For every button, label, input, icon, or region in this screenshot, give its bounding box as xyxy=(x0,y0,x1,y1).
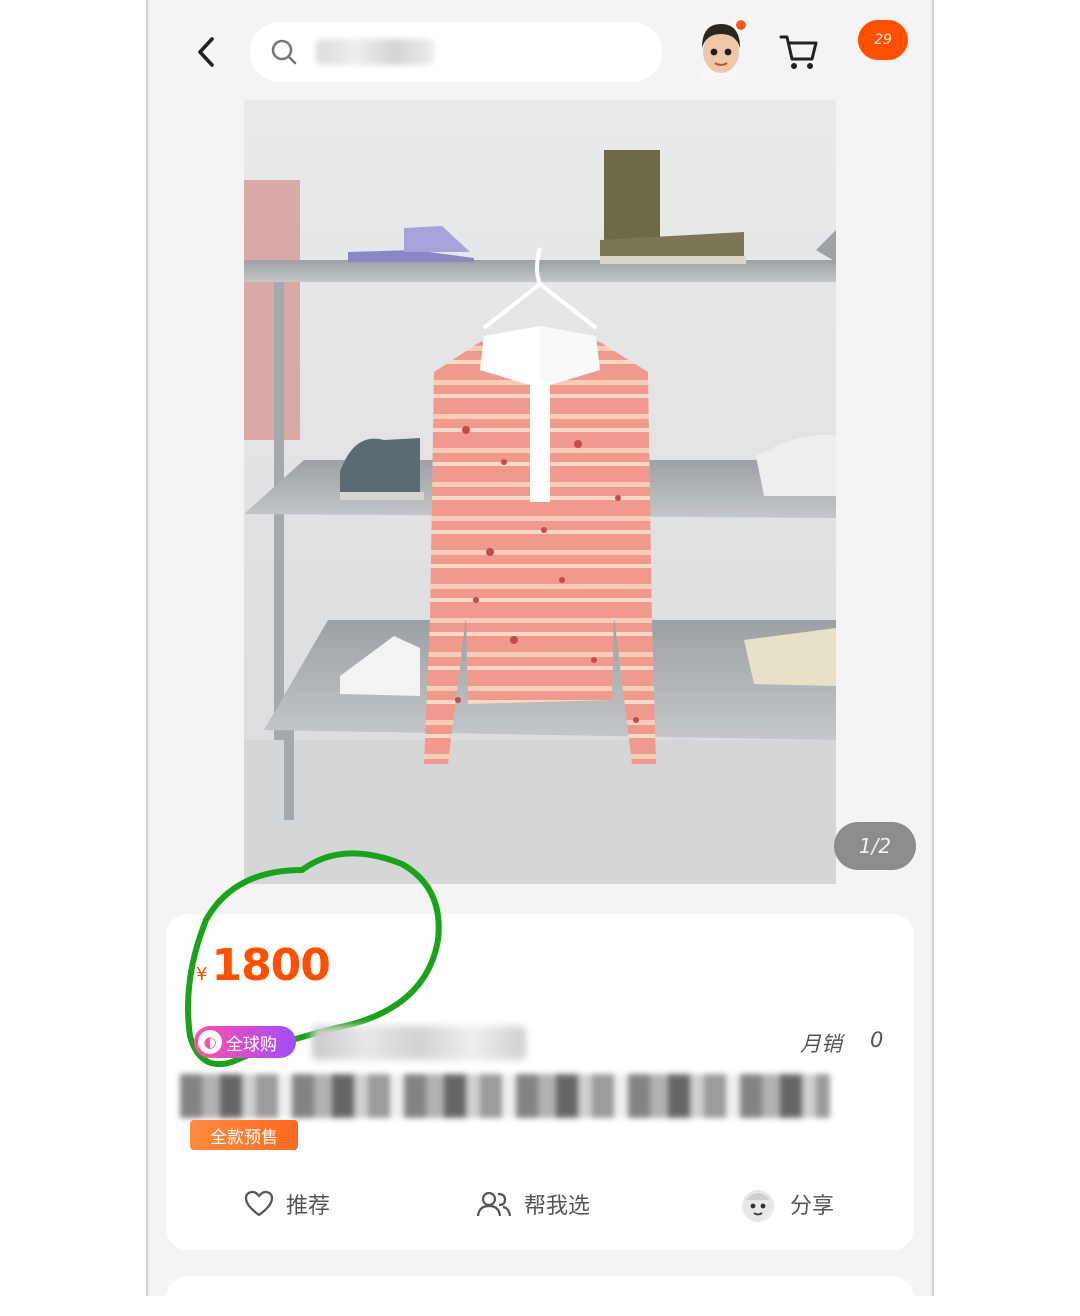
avatar-notification-dot xyxy=(734,18,748,32)
chevron-left-icon xyxy=(198,37,214,67)
help-me-choose-label: 帮我选 xyxy=(524,1194,591,1219)
back-button[interactable] xyxy=(186,28,226,76)
seller-name-redacted xyxy=(312,1026,526,1060)
heart-icon xyxy=(244,1190,274,1217)
product-price: ¥ 1800 xyxy=(196,940,331,1000)
message-badge[interactable]: 29 xyxy=(858,20,908,60)
recommend-label: 推荐 xyxy=(286,1194,331,1219)
share-label: 分享 xyxy=(790,1194,835,1219)
recommend-button[interactable]: 推荐 xyxy=(244,1172,330,1236)
search-text-redacted xyxy=(316,39,434,65)
image-counter: 1/2 xyxy=(834,822,916,870)
global-tag-label: 全球购 xyxy=(226,1034,277,1055)
action-bar: 推荐 帮我选 分享 xyxy=(166,1172,914,1236)
search-input[interactable] xyxy=(250,22,662,82)
monthly-sales: 月销 0 xyxy=(800,1028,883,1058)
currency-symbol: ¥ xyxy=(196,964,208,985)
monthly-sales-value: 0 xyxy=(870,1028,884,1052)
search-icon xyxy=(271,39,297,65)
share-button[interactable]: 分享 xyxy=(738,1172,834,1236)
help-me-choose-button[interactable]: 帮我选 xyxy=(476,1172,590,1236)
people-icon xyxy=(476,1191,512,1217)
monthly-sales-label: 月销 xyxy=(800,1032,842,1056)
screen-edge-right xyxy=(932,0,934,1296)
global-icon: ◐ xyxy=(198,1030,222,1054)
next-section-card xyxy=(166,1276,914,1316)
product-image[interactable] xyxy=(244,100,836,884)
product-title-redacted xyxy=(180,1074,830,1118)
cart-icon xyxy=(779,35,818,69)
price-value: 1800 xyxy=(211,940,330,991)
cart-button[interactable] xyxy=(778,32,820,72)
share-mascot-icon xyxy=(742,1190,774,1222)
global-purchase-tag: ◐ 全球购 xyxy=(194,1026,296,1058)
product-photo-illustration xyxy=(244,100,836,884)
presale-tag: 全款预售 xyxy=(190,1120,298,1150)
